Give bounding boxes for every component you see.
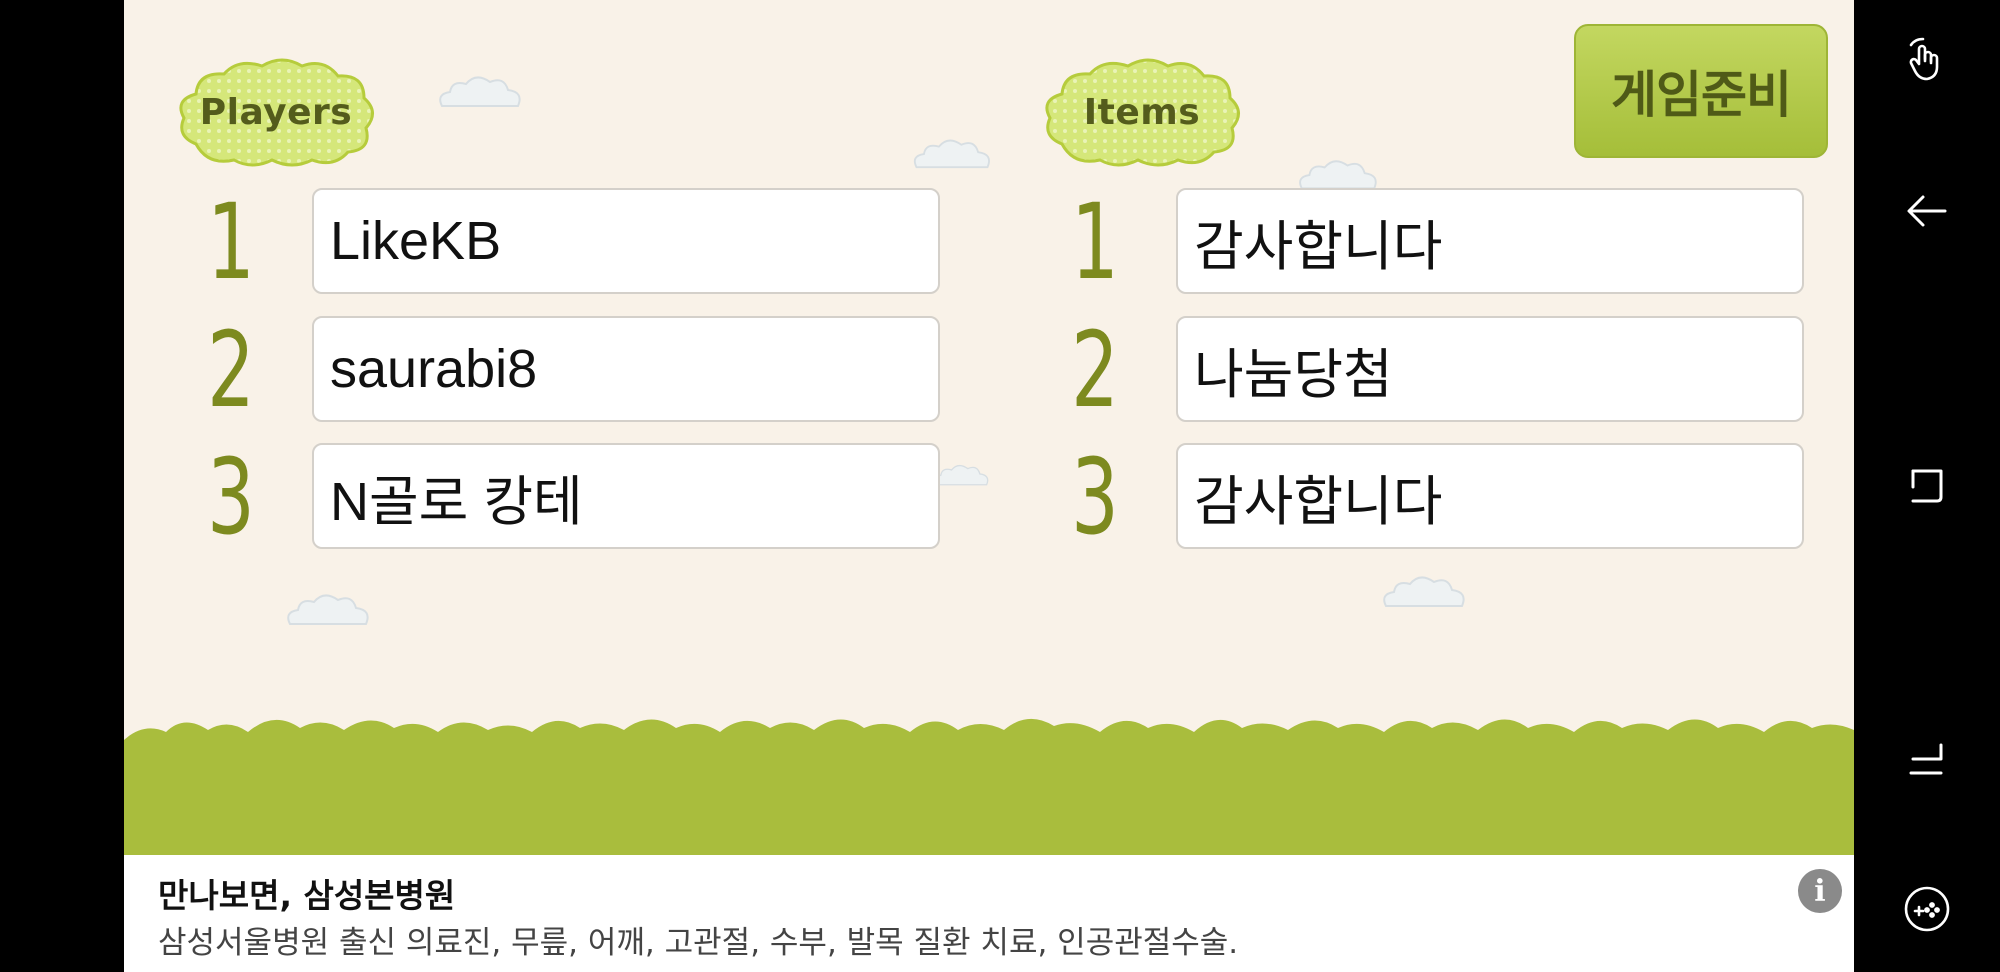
left-black-bar bbox=[0, 0, 124, 972]
players-header: Players bbox=[174, 56, 378, 168]
cloud-decoration bbox=[287, 594, 369, 625]
info-icon[interactable]: i bbox=[1798, 869, 1842, 913]
cloud-decoration bbox=[913, 139, 990, 169]
ad-description[interactable]: 삼성서울병원 출신 의료진, 무릎, 어깨, 고관절, 수부, 발목 질환 치료… bbox=[158, 917, 1238, 962]
home-icon[interactable] bbox=[1892, 724, 1962, 794]
bush-ground-decoration bbox=[124, 718, 1854, 855]
player-name-input[interactable]: N골로 캉테 bbox=[312, 443, 940, 549]
game-setup-screen: Players Items 게임준비 1 LikeKB 2 saurabi8 3… bbox=[124, 0, 1854, 972]
cloud-decoration bbox=[439, 76, 521, 107]
game-tools-icon[interactable] bbox=[1892, 874, 1962, 944]
ad-title[interactable]: 만나보면, 삼성본병원 bbox=[158, 869, 455, 917]
items-header: Items bbox=[1040, 56, 1244, 168]
system-navigation-bar bbox=[1854, 0, 2000, 972]
item-name-input[interactable]: 감사합니다 bbox=[1176, 188, 1804, 294]
player-name-input[interactable]: LikeKB bbox=[312, 188, 940, 294]
player-name-input[interactable]: saurabi8 bbox=[312, 316, 940, 422]
player-number: 2 bbox=[207, 309, 255, 431]
player-number: 3 bbox=[207, 436, 255, 558]
items-label: Items bbox=[1083, 91, 1201, 133]
item-name-input[interactable]: 나눔당첨 bbox=[1176, 316, 1804, 422]
ad-banner[interactable]: 만나보면, 삼성본병원 삼성서울병원 출신 의료진, 무릎, 어깨, 고관절, … bbox=[124, 855, 1854, 972]
item-number: 2 bbox=[1071, 309, 1119, 431]
player-number: 1 bbox=[207, 181, 255, 303]
item-name-input[interactable]: 감사합니다 bbox=[1176, 443, 1804, 549]
item-number: 1 bbox=[1071, 181, 1119, 303]
back-icon[interactable] bbox=[1892, 176, 1962, 246]
cloud-decoration bbox=[1383, 576, 1465, 607]
item-number: 3 bbox=[1071, 436, 1119, 558]
recent-apps-icon[interactable] bbox=[1892, 450, 1962, 520]
touch-gesture-icon[interactable] bbox=[1892, 26, 1962, 96]
players-label: Players bbox=[199, 91, 353, 133]
game-ready-button[interactable]: 게임준비 bbox=[1574, 24, 1828, 158]
